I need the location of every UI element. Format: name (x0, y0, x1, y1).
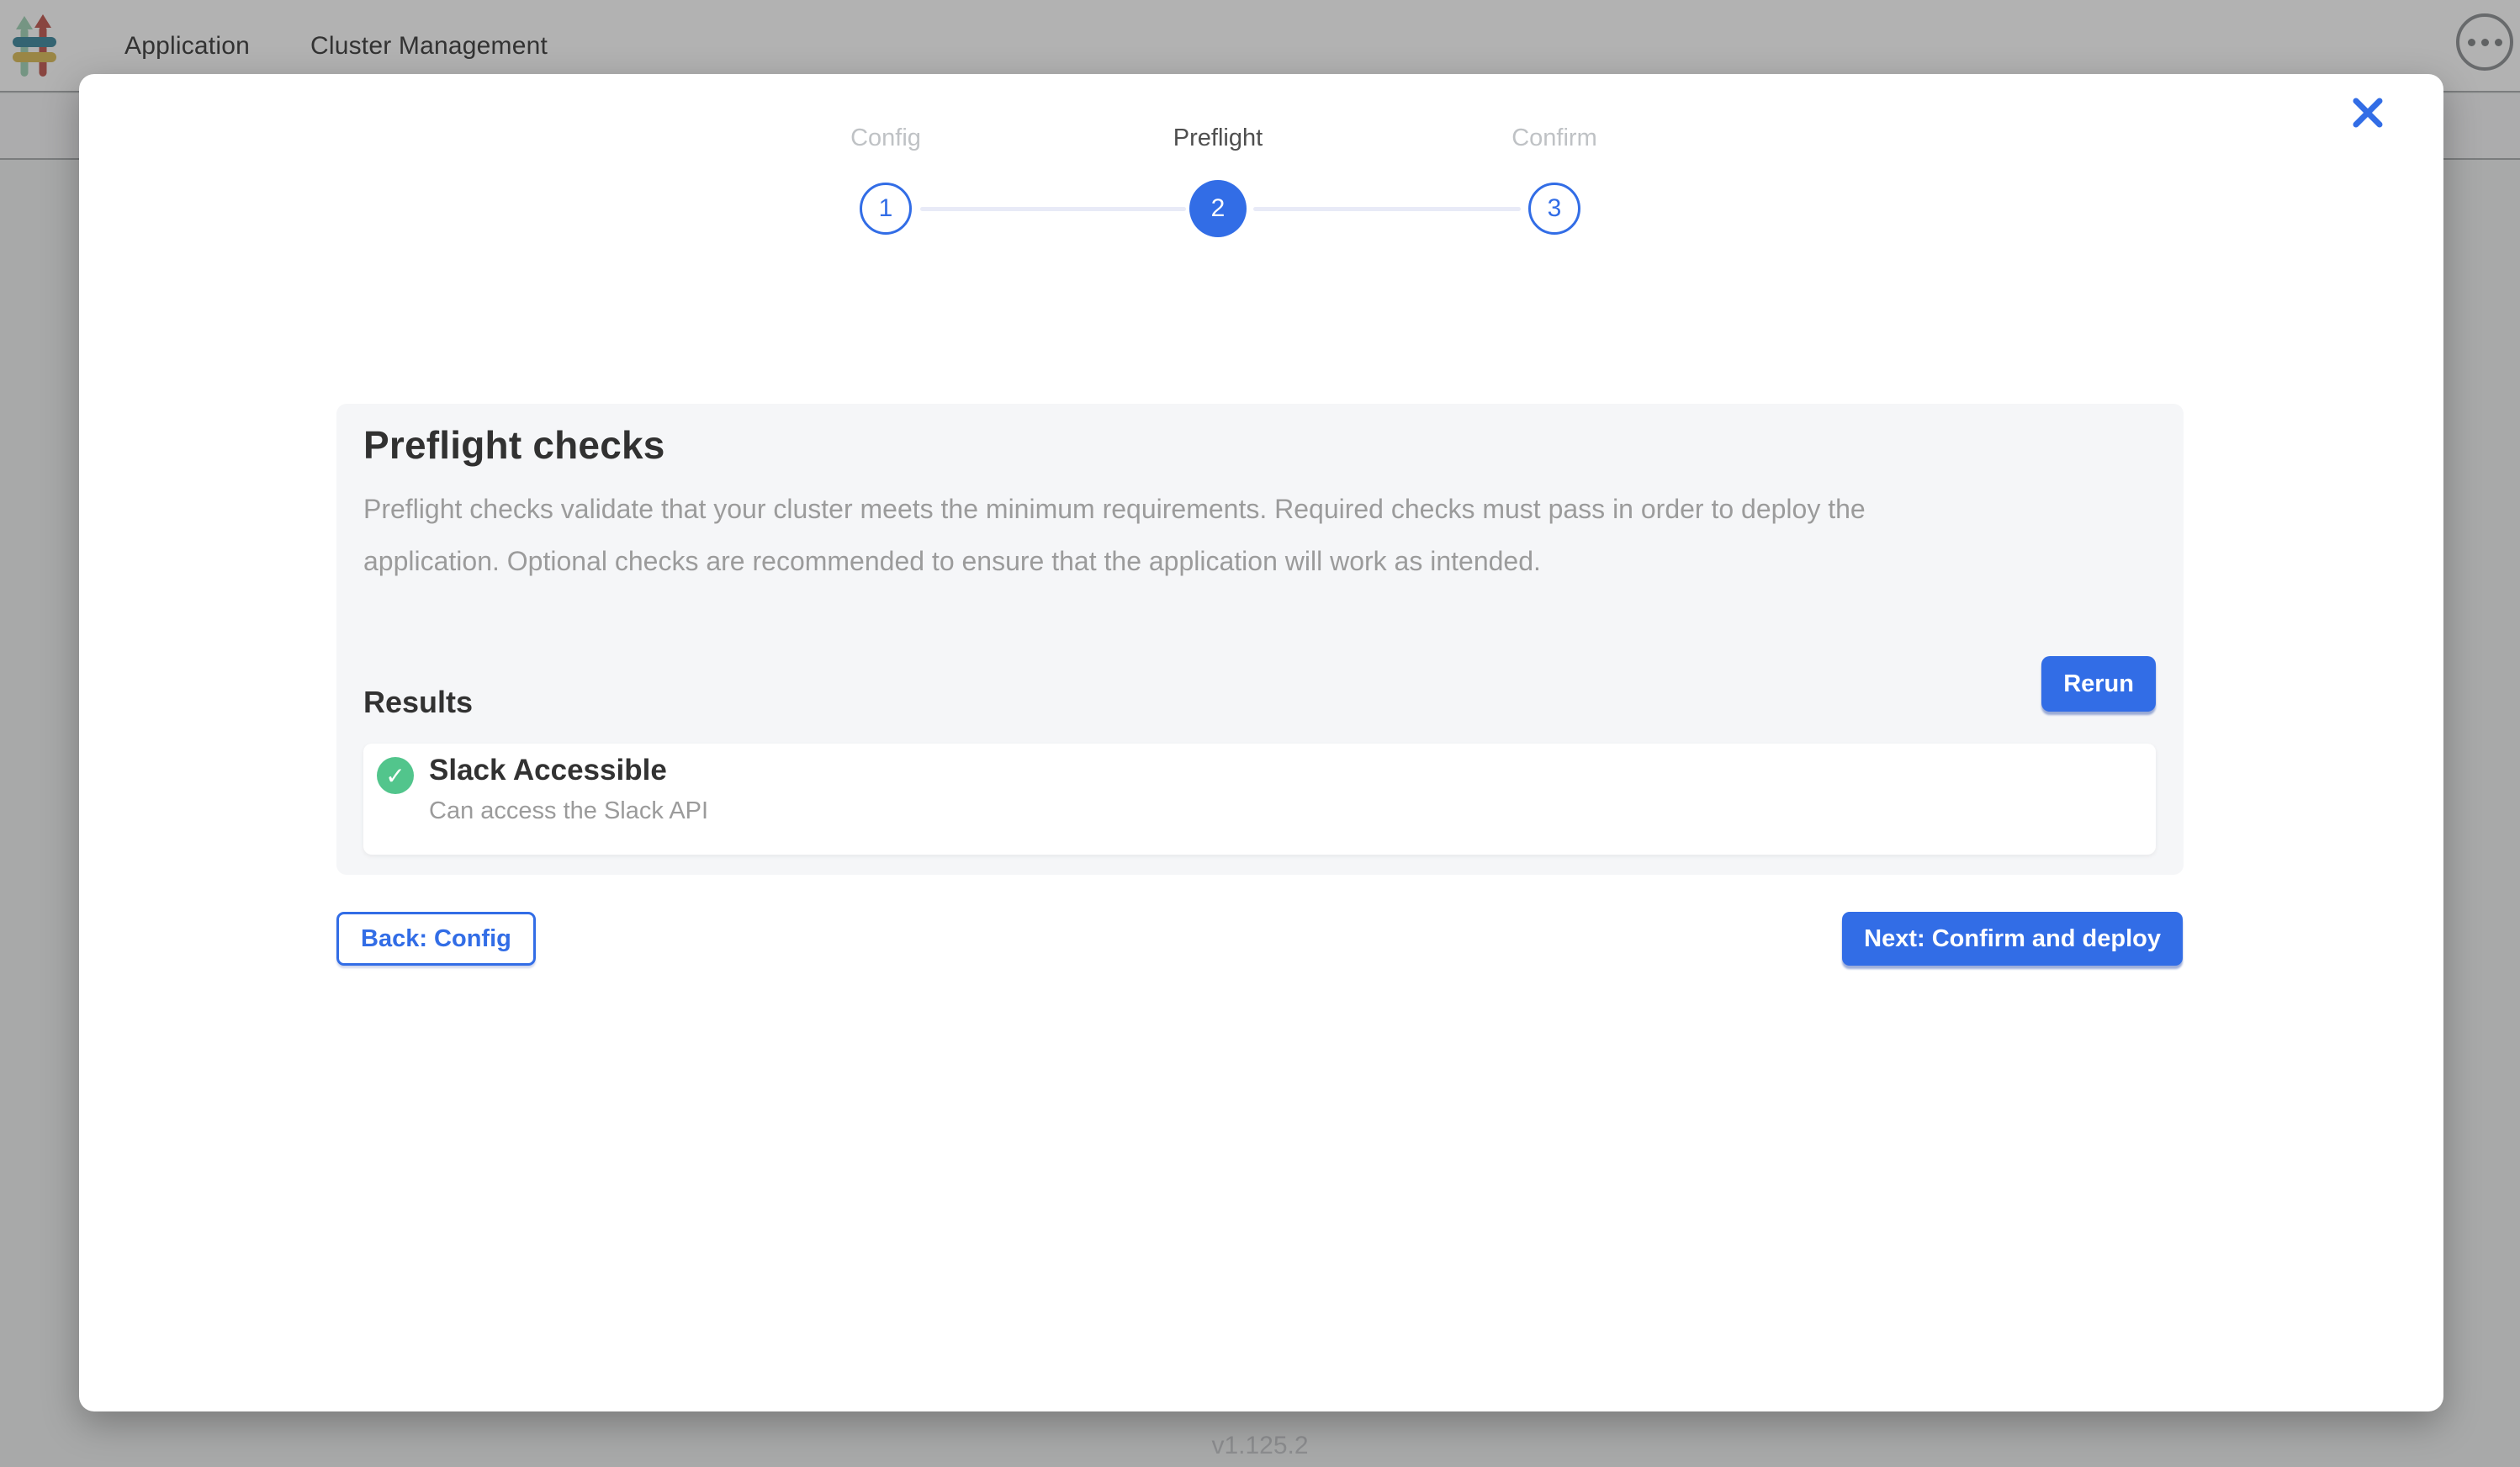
app-root: Application Cluster Management v1.125.2 … (0, 0, 2520, 1467)
preflight-result-card: ✓ Slack Accessible Can access the Slack … (363, 744, 2156, 855)
step-label-confirm: Confirm (1428, 124, 1681, 152)
results-heading: Results (363, 685, 473, 720)
step-circle-preflight[interactable]: 2 (1189, 180, 1247, 237)
step-label-config: Config (760, 124, 1012, 152)
panel-description: Preflight checks validate that your clus… (363, 483, 1970, 587)
next-button[interactable]: Next: Confirm and deploy (1842, 912, 2183, 966)
back-button[interactable]: Back: Config (336, 912, 536, 966)
check-detail: Can access the Slack API (429, 797, 708, 825)
close-icon[interactable] (2348, 93, 2388, 133)
preflight-modal: Config Preflight Confirm 1 2 3 Preflight… (79, 74, 2443, 1411)
step-connector (1253, 207, 1521, 211)
step-connector (920, 207, 1186, 211)
rerun-button[interactable]: Rerun (2041, 656, 2156, 712)
preflight-panel: Preflight checks Preflight checks valida… (336, 404, 2184, 875)
panel-title: Preflight checks (363, 422, 665, 468)
step-label-preflight: Preflight (1092, 124, 1344, 152)
step-circle-config[interactable]: 1 (860, 183, 912, 235)
check-title: Slack Accessible (429, 754, 667, 787)
check-pass-icon: ✓ (377, 757, 414, 794)
step-circle-confirm[interactable]: 3 (1528, 183, 1580, 235)
